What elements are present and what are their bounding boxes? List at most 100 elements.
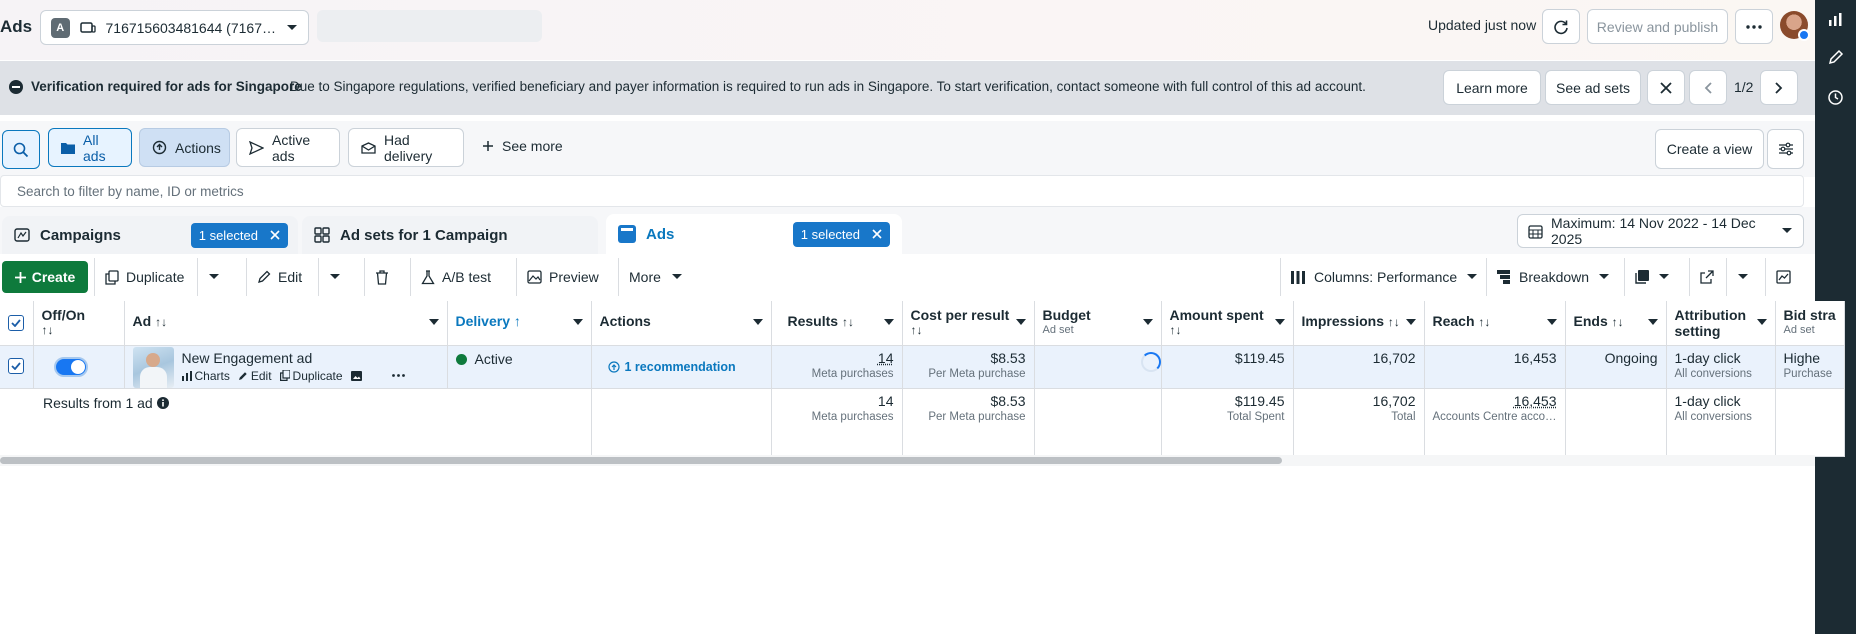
tab-ad-sets[interactable]: Ad sets for 1 Campaign bbox=[302, 216, 598, 254]
more-options-button[interactable] bbox=[1735, 9, 1773, 44]
column-menu-icon[interactable] bbox=[1756, 319, 1767, 325]
previous-notice-button[interactable] bbox=[1689, 70, 1727, 105]
col-amount-spent[interactable]: Amount spent ↑↓ bbox=[1161, 301, 1294, 346]
clear-selection-icon[interactable] bbox=[872, 229, 882, 239]
col-reach[interactable]: Reach ↑↓ bbox=[1424, 301, 1566, 346]
had-delivery-chip[interactable]: Had delivery bbox=[348, 128, 464, 167]
horizontal-scrollbar-thumb[interactable] bbox=[0, 457, 1282, 464]
charts-link[interactable]: Charts bbox=[181, 369, 230, 383]
active-ads-chip[interactable]: Active ads bbox=[236, 128, 340, 167]
image-icon[interactable] bbox=[350, 370, 362, 381]
column-menu-icon[interactable] bbox=[1274, 319, 1285, 325]
create-view-button[interactable]: Create a view bbox=[1655, 129, 1764, 169]
tab-campaigns[interactable]: Campaigns 1 selected bbox=[2, 216, 298, 254]
total-impressions-value: 16,702 bbox=[1372, 392, 1416, 409]
info-icon[interactable] bbox=[156, 396, 169, 409]
next-notice-button[interactable] bbox=[1760, 70, 1798, 105]
clear-selection-icon[interactable] bbox=[270, 230, 280, 240]
column-menu-icon[interactable] bbox=[1405, 319, 1416, 325]
col-actions[interactable]: Actions bbox=[591, 301, 772, 346]
column-menu-icon[interactable] bbox=[1546, 319, 1557, 325]
see-ad-sets-button[interactable]: See ad sets bbox=[1545, 70, 1641, 105]
col-attribution[interactable]: Attribution setting bbox=[1666, 301, 1776, 346]
col-impressions[interactable]: Impressions ↑↓ bbox=[1293, 301, 1425, 346]
row-select-cell[interactable] bbox=[0, 345, 34, 389]
column-menu-icon[interactable] bbox=[883, 319, 894, 325]
ellipsis-icon[interactable] bbox=[391, 374, 405, 377]
budget-cell bbox=[1034, 345, 1162, 389]
view-settings-button[interactable] bbox=[1767, 129, 1804, 169]
reports-button[interactable] bbox=[1624, 258, 1680, 296]
table-row[interactable]: New Engagement ad Charts Edit Duplicate … bbox=[0, 345, 1845, 389]
charts-toggle-button[interactable] bbox=[1765, 258, 1803, 296]
breakdown-button[interactable]: Breakdown bbox=[1486, 258, 1620, 296]
duplicate-link[interactable]: Duplicate bbox=[279, 369, 343, 383]
tab-ads[interactable]: Ads 1 selected bbox=[606, 214, 902, 254]
edit-dropdown-button[interactable] bbox=[318, 258, 353, 296]
search-input[interactable]: Search to filter by name, ID or metrics bbox=[0, 175, 1804, 207]
ads-selected-pill[interactable]: 1 selected bbox=[792, 221, 890, 247]
column-menu-icon[interactable] bbox=[752, 319, 763, 325]
clock-icon[interactable] bbox=[1827, 89, 1844, 106]
columns-button[interactable]: Columns: Performance bbox=[1280, 258, 1488, 296]
export-button[interactable] bbox=[1689, 258, 1724, 296]
column-menu-icon[interactable] bbox=[572, 319, 583, 325]
col-cost-per-result[interactable]: Cost per result ↑↓ bbox=[902, 301, 1035, 346]
cpr-value: $8.53 bbox=[990, 349, 1026, 366]
total-reach-cell: 16,453 Accounts Centre acco… bbox=[1424, 388, 1566, 457]
select-all-cell[interactable] bbox=[0, 301, 34, 346]
refresh-button[interactable] bbox=[1542, 9, 1580, 44]
reach-cell: 16,453 bbox=[1424, 345, 1566, 389]
column-menu-icon[interactable] bbox=[1015, 319, 1026, 325]
total-reach-value[interactable]: 16,453 bbox=[1514, 393, 1557, 409]
more-button[interactable]: More bbox=[618, 258, 693, 296]
col-results[interactable]: Results ↑↓ bbox=[771, 301, 903, 346]
ad-name-link[interactable]: New Engagement ad bbox=[182, 350, 405, 366]
create-button[interactable]: Create bbox=[2, 261, 88, 293]
ad-on-off-toggle[interactable] bbox=[53, 356, 88, 377]
recommendation-link[interactable]: 1 recommendation bbox=[607, 360, 763, 374]
reach-value: 16,453 bbox=[1513, 349, 1557, 366]
actions-chip[interactable]: Actions bbox=[139, 128, 230, 167]
col-budget[interactable]: Budget Ad set bbox=[1034, 301, 1162, 346]
duplicate-button[interactable]: Duplicate bbox=[94, 258, 194, 296]
banner-title: Verification required for ads for Singap… bbox=[31, 79, 302, 94]
bar-chart-icon[interactable] bbox=[1827, 11, 1844, 28]
pencil-icon[interactable] bbox=[1827, 49, 1844, 66]
col-results-label: Results bbox=[787, 313, 839, 329]
export-dropdown-button[interactable] bbox=[1726, 258, 1761, 296]
ab-test-button[interactable]: A/B test bbox=[410, 258, 501, 296]
preview-button[interactable]: Preview bbox=[516, 258, 609, 296]
see-more-button[interactable]: See more bbox=[482, 138, 563, 154]
date-range-label: Maximum: 14 Nov 2022 - 14 Dec 2025 bbox=[1551, 215, 1756, 247]
results-value[interactable]: 14 bbox=[878, 350, 894, 366]
review-publish-button[interactable]: Review and publish bbox=[1587, 9, 1728, 44]
col-off-on[interactable]: Off/On ↑↓ bbox=[33, 301, 125, 346]
col-budget-label: Budget bbox=[1042, 307, 1091, 323]
close-banner-button[interactable] bbox=[1647, 70, 1685, 105]
learn-more-button[interactable]: Learn more bbox=[1443, 70, 1541, 105]
amount-value: $119.45 bbox=[1234, 349, 1285, 366]
col-ends[interactable]: Ends ↑↓ bbox=[1565, 301, 1667, 346]
col-ad[interactable]: Ad ↑↓ bbox=[124, 301, 448, 346]
edit-button[interactable]: Edit bbox=[246, 258, 312, 296]
column-menu-icon[interactable] bbox=[1142, 319, 1153, 325]
column-menu-icon[interactable] bbox=[428, 319, 439, 325]
col-bid-strategy[interactable]: Bid stra Ad set bbox=[1775, 301, 1845, 346]
search-toggle-button[interactable] bbox=[2, 130, 40, 169]
total-cpr-value: $8.53 bbox=[990, 392, 1026, 409]
cpr-sub: Per Meta purchase bbox=[928, 367, 1026, 380]
col-delivery[interactable]: Delivery ↑ bbox=[447, 301, 592, 346]
duplicate-dropdown-button[interactable] bbox=[197, 258, 232, 296]
row-checkbox[interactable] bbox=[8, 357, 24, 374]
all-ads-chip[interactable]: All ads bbox=[48, 128, 132, 167]
date-range-picker[interactable]: Maximum: 14 Nov 2022 - 14 Dec 2025 bbox=[1517, 214, 1804, 248]
edit-link[interactable]: Edit bbox=[238, 369, 272, 383]
account-selector[interactable]: A 716715603481644 (7167… bbox=[40, 10, 309, 45]
campaigns-selected-pill[interactable]: 1 selected bbox=[190, 222, 288, 248]
delete-button[interactable] bbox=[364, 258, 404, 296]
ad-thumbnail[interactable] bbox=[132, 346, 174, 387]
select-all-checkbox[interactable] bbox=[8, 315, 24, 331]
recommendation-icon bbox=[607, 360, 620, 373]
column-menu-icon[interactable] bbox=[1647, 319, 1658, 325]
